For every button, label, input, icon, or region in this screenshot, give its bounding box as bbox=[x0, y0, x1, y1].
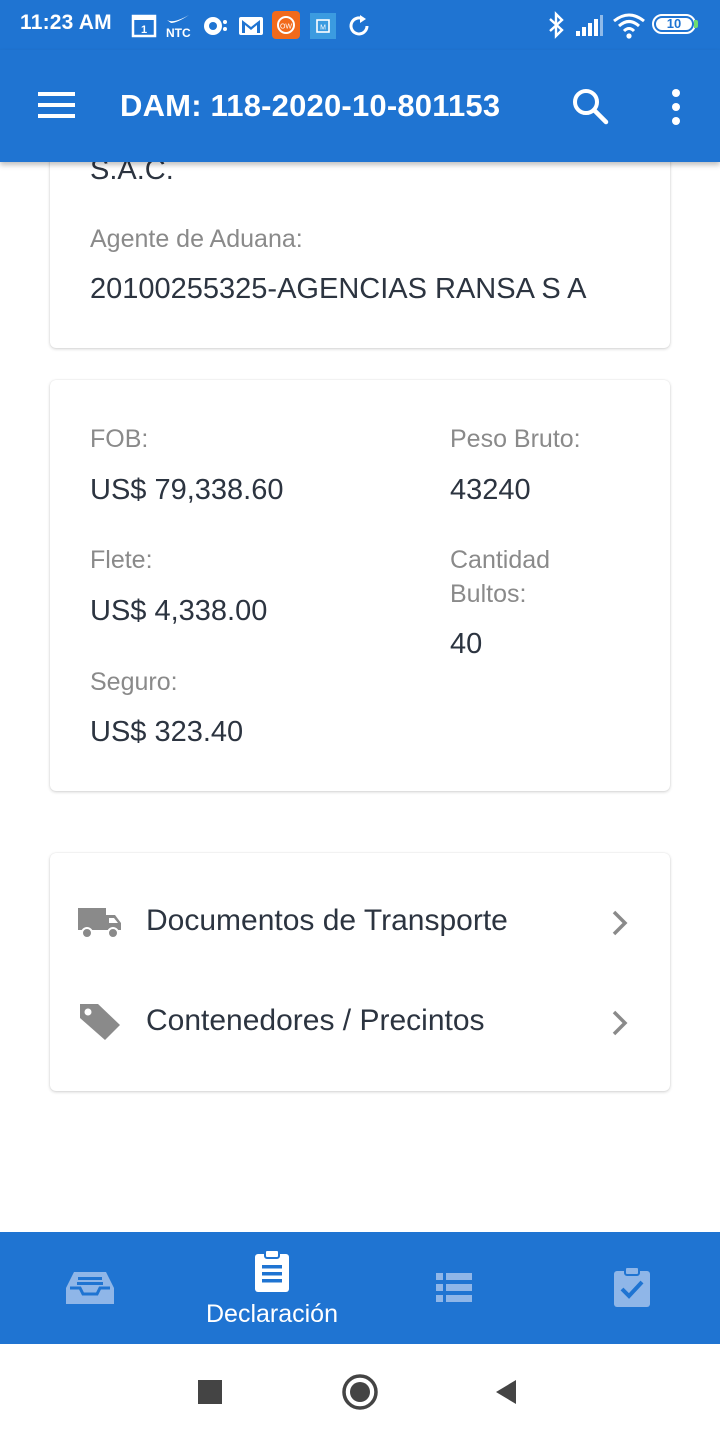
tag-icon bbox=[80, 1004, 120, 1040]
svg-text:1: 1 bbox=[141, 24, 147, 36]
battery-tip bbox=[694, 20, 698, 28]
values-card: FOB: US$ 79,338.60 Flete: US$ 4,338.00 S… bbox=[50, 380, 670, 791]
bluetooth-icon bbox=[549, 11, 564, 39]
fob-label: FOB: bbox=[90, 425, 149, 453]
battery-icon: 10 bbox=[652, 14, 696, 34]
list-icon bbox=[436, 1273, 472, 1302]
status-bar: 11:23 AM 1 NTC OW M 10 bbox=[0, 0, 720, 50]
ntc-label: NTC bbox=[166, 26, 191, 40]
flete-label: Flete: bbox=[90, 546, 153, 574]
contenedores-precintos-row[interactable]: Contenedores / Precintos bbox=[50, 978, 670, 1068]
nav-label-declaracion: Declaración bbox=[205, 1300, 338, 1328]
agente-value: 20100255325-AGENCIAS RANSA S A bbox=[90, 273, 587, 305]
agente-label: Agente de Aduana: bbox=[90, 225, 303, 253]
peso-bruto-label: Peso Bruto: bbox=[450, 425, 581, 453]
page-title: DAM: 118-2020-10-801153 bbox=[120, 88, 501, 123]
svg-text:M: M bbox=[320, 25, 326, 32]
more-vert-icon[interactable] bbox=[660, 84, 692, 130]
nav-item-inbox[interactable] bbox=[0, 1232, 180, 1344]
nav-item-checklist[interactable] bbox=[542, 1232, 720, 1344]
links-card: Documentos de Transporte Contenedores / … bbox=[50, 853, 670, 1091]
search-icon[interactable] bbox=[568, 84, 614, 130]
app-orange-icon: OW bbox=[272, 11, 300, 39]
cantidad-bultos-value: 40 bbox=[450, 628, 483, 660]
nav-item-list[interactable] bbox=[364, 1232, 544, 1344]
system-navigation-bar bbox=[0, 1344, 720, 1440]
cantidad-bultos-label-line1: Cantidad bbox=[450, 546, 551, 574]
documentos-transporte-row[interactable]: Documentos de Transporte bbox=[50, 878, 670, 968]
recents-icon[interactable] bbox=[198, 1380, 222, 1404]
home-icon[interactable] bbox=[340, 1372, 380, 1412]
back-icon[interactable] bbox=[494, 1379, 518, 1405]
seguro-value: US$ 323.40 bbox=[90, 716, 244, 748]
gmail-icon bbox=[239, 17, 263, 35]
status-time: 11:23 AM bbox=[20, 11, 112, 34]
clipboard-icon bbox=[255, 1249, 289, 1292]
nike-ntc-icon: NTC bbox=[166, 15, 191, 40]
app-blue-icon: M bbox=[310, 13, 336, 39]
signal-icon bbox=[576, 15, 603, 36]
location-pin-icon bbox=[204, 17, 227, 35]
cantidad-bultos-label-line2: Bultos: bbox=[450, 580, 527, 608]
seguro-label: Seguro: bbox=[90, 668, 178, 696]
chevron-right-icon bbox=[612, 910, 628, 936]
sync-icon bbox=[349, 15, 369, 36]
clipboard-check-icon bbox=[614, 1266, 650, 1307]
bottom-navigation: Declaración bbox=[0, 1232, 720, 1344]
inbox-icon bbox=[66, 1272, 114, 1304]
svg-text:OW: OW bbox=[280, 24, 292, 31]
battery-level: 10 bbox=[666, 16, 682, 31]
documentos-transporte-label: Documentos de Transporte bbox=[146, 904, 508, 937]
chevron-right-icon bbox=[612, 1010, 628, 1036]
truck-icon bbox=[78, 908, 121, 939]
menu-icon[interactable] bbox=[30, 78, 82, 130]
flete-value: US$ 4,338.00 bbox=[90, 595, 268, 627]
nav-item-declaracion[interactable]: Declaración bbox=[182, 1232, 362, 1344]
app-bar: DAM: 118-2020-10-801153 bbox=[0, 50, 720, 162]
peso-bruto-value: 43240 bbox=[450, 474, 531, 506]
wifi-icon bbox=[613, 13, 645, 39]
calendar-1-icon: 1 bbox=[131, 14, 157, 38]
contenedores-precintos-label: Contenedores / Precintos bbox=[146, 1004, 485, 1037]
fob-value: US$ 79,338.60 bbox=[90, 474, 284, 506]
